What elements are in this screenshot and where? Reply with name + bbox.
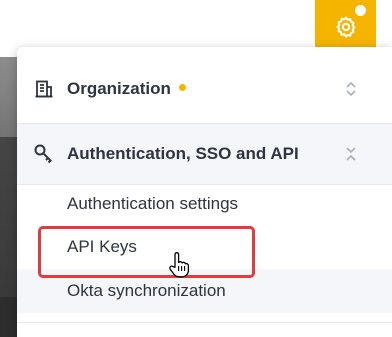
highlight-box — [38, 226, 255, 278]
sub-item-okta-synchronization[interactable]: Okta synchronization — [67, 281, 226, 301]
notification-dot — [178, 84, 186, 92]
settings-menu: Organization Authentication, SSO and API… — [17, 47, 392, 337]
menu-section-authentication[interactable]: Authentication, SSO and API — [17, 123, 392, 185]
sub-item-authentication-settings[interactable]: Authentication settings — [67, 194, 238, 214]
key-icon — [33, 143, 55, 165]
gear-icon — [336, 16, 355, 37]
section-label: Organization — [67, 79, 186, 99]
divider — [17, 322, 392, 323]
building-icon — [33, 78, 55, 100]
section-label: Authentication, SSO and API — [67, 144, 299, 163]
settings-button[interactable] — [315, 0, 376, 53]
menu-section-organization[interactable]: Organization — [17, 59, 392, 119]
hand-pointer-icon — [169, 252, 190, 278]
chevron-up-down-icon — [346, 81, 356, 97]
notification-dot — [355, 5, 366, 16]
chevron-collapse-icon — [346, 147, 356, 161]
